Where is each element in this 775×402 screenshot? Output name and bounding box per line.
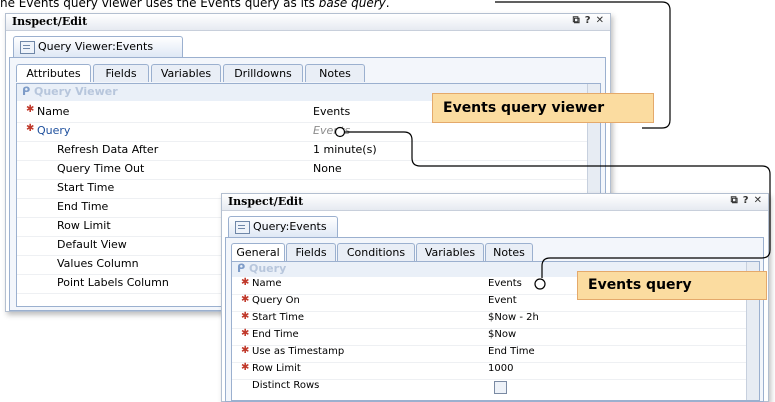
property-label: Query Time Out xyxy=(57,162,145,175)
property-label: Distinct Rows xyxy=(252,380,320,391)
caption-emphasis: base query xyxy=(318,0,386,10)
tab-fields[interactable]: Fields xyxy=(286,243,336,261)
general-tabs: General Fields Conditions Variables Note… xyxy=(231,243,533,261)
tab-attributes[interactable]: Attributes xyxy=(16,64,91,82)
property-label: Refresh Data After xyxy=(57,143,159,156)
property-label: Use as Timestamp xyxy=(252,346,345,357)
query-viewer-icon xyxy=(20,41,35,54)
property-label: Name xyxy=(37,105,70,118)
attribute-tabs: Attributes Fields Variables Drilldowns N… xyxy=(16,64,396,82)
required-icon: ✱ xyxy=(241,294,250,305)
property-label: Query On xyxy=(252,295,300,306)
section-title: Query xyxy=(249,262,287,275)
titlebar-icons: ⧉? ✕ xyxy=(726,195,762,206)
property-value[interactable]: Event xyxy=(488,295,517,306)
tab-notes[interactable]: Notes xyxy=(485,243,533,261)
property-label: End Time xyxy=(252,329,299,340)
help-icon[interactable]: ? xyxy=(743,195,749,206)
caption-prefix: he Events query viewer uses the Events q… xyxy=(0,0,319,10)
property-label: Row Limit xyxy=(252,363,301,374)
property-row-use-as-timestamp[interactable]: ✱ Use as Timestamp End Time xyxy=(232,345,759,363)
property-value[interactable]: Events xyxy=(313,124,350,137)
property-label: Start Time xyxy=(57,181,115,194)
property-label: Start Time xyxy=(252,312,305,323)
tab-variables[interactable]: Variables xyxy=(416,243,484,261)
collapse-icon[interactable]: ᑭ xyxy=(237,262,245,275)
help-icon[interactable]: ? xyxy=(585,15,591,26)
required-icon: ✱ xyxy=(241,328,250,339)
panel-titlebar: Inspect/Edit ⧉? ✕ xyxy=(6,14,610,31)
property-row-start-time[interactable]: ✱ Start Time $Now - 2h xyxy=(232,311,759,329)
collapse-icon[interactable]: ᑭ xyxy=(22,85,30,98)
tab-fields[interactable]: Fields xyxy=(93,64,149,82)
tab-notes[interactable]: Notes xyxy=(305,64,365,82)
required-icon: ✱ xyxy=(26,123,35,134)
caption-text: he Events query viewer uses the Events q… xyxy=(0,0,390,10)
panel-title: Inspect/Edit xyxy=(228,195,304,208)
property-row-refresh[interactable]: Refresh Data After 1 minute(s) xyxy=(17,141,600,161)
property-label: Row Limit xyxy=(57,219,111,232)
object-tab-query[interactable]: Query:Events xyxy=(228,216,338,237)
property-label: Name xyxy=(252,278,282,289)
property-value[interactable]: 1000 xyxy=(488,363,513,374)
query-icon xyxy=(235,221,250,234)
property-label: Point Labels Column xyxy=(57,276,169,289)
property-value[interactable]: Events xyxy=(313,105,350,118)
property-value[interactable]: Events xyxy=(488,278,522,289)
property-row-row-limit[interactable]: ✱ Row Limit 1000 xyxy=(232,362,759,380)
property-row-timeout[interactable]: Query Time Out None xyxy=(17,160,600,180)
property-row-end-time[interactable]: ✱ End Time $Now xyxy=(232,328,759,346)
close-icon[interactable]: ✕ xyxy=(754,195,762,206)
property-label: End Time xyxy=(57,200,109,213)
titlebar-icons: ⧉? ✕ xyxy=(568,15,604,26)
required-icon: ✱ xyxy=(241,362,250,373)
restore-icon[interactable]: ⧉ xyxy=(731,195,738,206)
property-value[interactable]: 1 minute(s) xyxy=(313,143,377,156)
property-row-distinct-rows[interactable]: Distinct Rows xyxy=(232,379,759,396)
tab-drilldowns[interactable]: Drilldowns xyxy=(223,64,303,82)
restore-icon[interactable]: ⧉ xyxy=(573,15,580,26)
object-tab-label: Query Viewer:Events xyxy=(38,40,154,53)
property-label[interactable]: Query xyxy=(37,124,70,137)
property-value[interactable]: End Time xyxy=(488,346,535,357)
callout-events-query-viewer: Events query viewer xyxy=(432,93,654,123)
property-value[interactable]: None xyxy=(313,162,342,175)
object-tab-label: Query:Events xyxy=(253,220,327,233)
property-value[interactable]: $Now xyxy=(488,329,516,340)
property-value[interactable]: $Now - 2h xyxy=(488,312,539,323)
required-icon: ✱ xyxy=(241,277,250,288)
property-label: Default View xyxy=(57,238,127,251)
tab-variables[interactable]: Variables xyxy=(151,64,221,82)
distinct-rows-checkbox[interactable] xyxy=(494,381,507,394)
panel-titlebar: Inspect/Edit ⧉? ✕ xyxy=(222,194,768,211)
caption-suffix: . xyxy=(385,0,390,10)
section-title: Query Viewer xyxy=(34,85,118,98)
property-label: Values Column xyxy=(57,257,139,270)
object-tab-query-viewer[interactable]: Query Viewer:Events xyxy=(13,36,183,57)
tab-general[interactable]: General xyxy=(231,243,285,261)
required-icon: ✱ xyxy=(26,104,35,115)
required-icon: ✱ xyxy=(241,345,250,356)
panel-title: Inspect/Edit xyxy=(12,15,88,28)
required-icon: ✱ xyxy=(241,311,250,322)
tab-conditions[interactable]: Conditions xyxy=(337,243,415,261)
property-row-query[interactable]: ✱ Query Events xyxy=(17,122,600,142)
close-icon[interactable]: ✕ xyxy=(596,15,604,26)
tab-area: General Fields Conditions Variables Note… xyxy=(225,237,764,402)
callout-events-query: Events query xyxy=(577,271,767,300)
